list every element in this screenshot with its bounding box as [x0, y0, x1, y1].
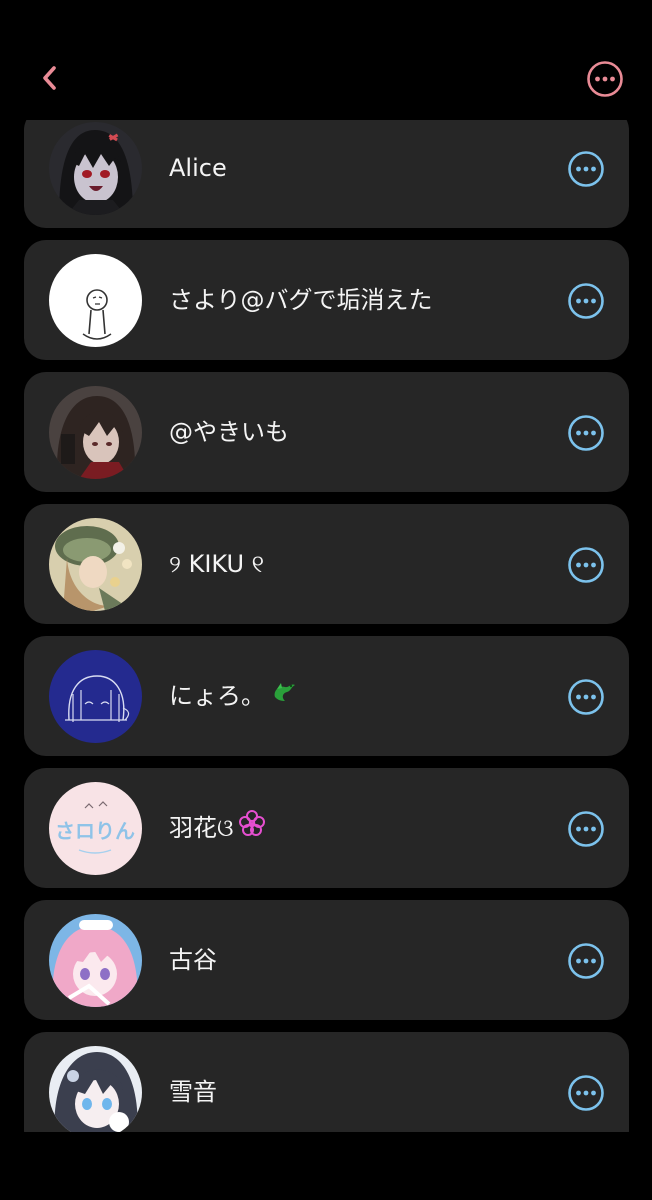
avatar[interactable]: [49, 518, 142, 611]
avatar[interactable]: [49, 254, 142, 347]
user-more-button[interactable]: [567, 1074, 605, 1112]
more-horizontal-circle-icon: [568, 415, 604, 451]
avatar[interactable]: [49, 650, 142, 743]
flower-icon: [238, 769, 266, 889]
user-list-item[interactable]: 雪音: [24, 1032, 629, 1132]
avatar[interactable]: [49, 386, 142, 479]
more-horizontal-circle-icon: [568, 811, 604, 847]
chevron-left-icon: [43, 66, 56, 90]
user-more-button[interactable]: [567, 810, 605, 848]
back-button[interactable]: [30, 58, 70, 98]
avatar[interactable]: [49, 914, 142, 1007]
user-more-button[interactable]: [567, 414, 605, 452]
user-name: 古谷: [169, 946, 217, 974]
avatar[interactable]: さロりん: [49, 782, 142, 875]
user-name: にょろ。🐉: [169, 636, 297, 756]
user-name-text: にょろ。: [169, 682, 265, 710]
more-horizontal-circle-icon: [568, 151, 604, 187]
more-horizontal-circle-icon: [587, 61, 623, 97]
user-list-viewport[interactable]: Alice さより@バグで垢消えた @やきいも ୨ KIKU ୧ にょろ。 さロ…: [0, 120, 652, 1132]
user-name: @やきいも: [169, 418, 289, 446]
avatar[interactable]: [49, 122, 142, 215]
more-horizontal-circle-icon: [568, 283, 604, 319]
user-more-button[interactable]: [567, 942, 605, 980]
user-name-text: 羽花ଓ: [169, 814, 234, 842]
svg-text:さロりん: さロりん: [55, 819, 135, 843]
user-more-button[interactable]: [567, 546, 605, 584]
more-horizontal-circle-icon: [568, 1075, 604, 1111]
user-list-item[interactable]: ୨ KIKU ୧: [24, 504, 629, 624]
user-more-button[interactable]: [567, 282, 605, 320]
user-name: 羽花ଓ✿: [169, 768, 266, 888]
user-name: 雪音: [169, 1078, 217, 1106]
user-list-item[interactable]: さロりん 羽花ଓ✿: [24, 768, 629, 888]
user-name: ୨ KIKU ୧: [169, 550, 265, 578]
more-horizontal-circle-icon: [568, 943, 604, 979]
user-name: さより@バグで垢消えた: [169, 286, 433, 314]
dragon-icon: [269, 637, 297, 757]
more-horizontal-circle-icon: [568, 547, 604, 583]
top-bar: [0, 0, 652, 120]
user-list-item[interactable]: Alice: [24, 120, 629, 228]
user-name: Alice: [169, 154, 227, 182]
user-list-item[interactable]: @やきいも: [24, 372, 629, 492]
user-list-item[interactable]: さより@バグで垢消えた: [24, 240, 629, 360]
user-more-button[interactable]: [567, 150, 605, 188]
more-options-button[interactable]: [586, 60, 624, 98]
user-more-button[interactable]: [567, 678, 605, 716]
user-list-item[interactable]: にょろ。🐉: [24, 636, 629, 756]
more-horizontal-circle-icon: [568, 679, 604, 715]
user-list-item[interactable]: 古谷: [24, 900, 629, 1020]
avatar[interactable]: [49, 1046, 142, 1132]
